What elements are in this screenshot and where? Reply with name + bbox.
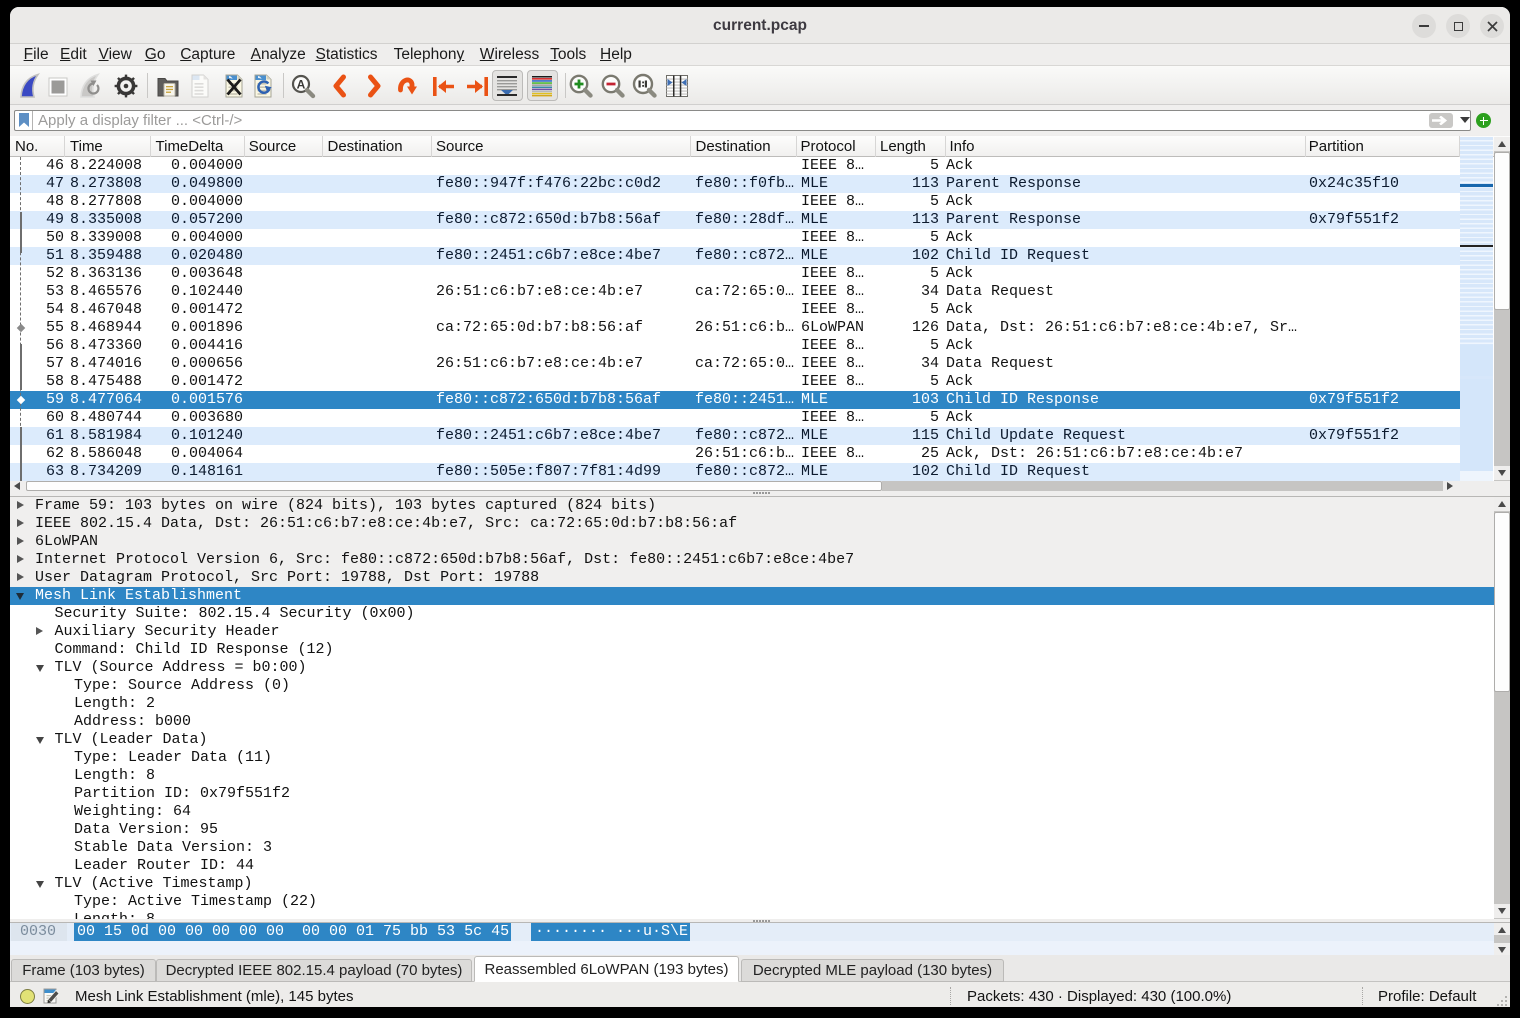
svg-text:A: A	[297, 78, 306, 92]
